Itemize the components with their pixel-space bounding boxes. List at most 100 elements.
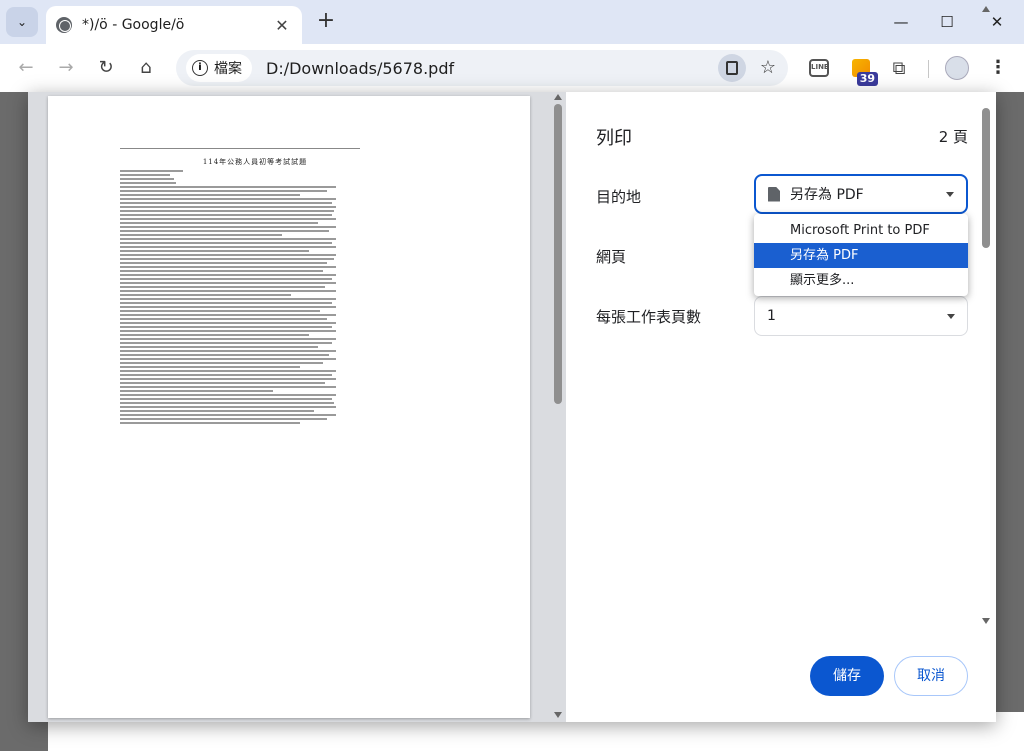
- preview-text-line: [120, 414, 336, 416]
- maximize-button[interactable]: ☐: [924, 6, 970, 38]
- destination-value: 另存為 PDF: [790, 187, 864, 203]
- preview-text-line: [120, 230, 329, 232]
- preview-text-line: [120, 318, 327, 320]
- preview-text-line: [120, 206, 336, 208]
- preview-text-line: [120, 238, 336, 240]
- preview-text-line: [120, 266, 336, 268]
- pages-per-sheet-label: 每張工作表頁數: [596, 308, 702, 326]
- site-info-label: 檔案: [214, 61, 242, 77]
- rss-extension-icon[interactable]: 39: [846, 56, 878, 86]
- bookmark-star-icon[interactable]: ☆: [754, 54, 782, 82]
- save-button[interactable]: 儲存: [810, 656, 884, 696]
- preview-text-line: [120, 310, 320, 312]
- tab-search-button[interactable]: ⌄: [6, 7, 38, 37]
- preview-text-line: [120, 366, 300, 368]
- new-tab-button[interactable]: +: [312, 8, 340, 36]
- preview-text-line: [120, 290, 336, 292]
- preview-text-line: [120, 214, 333, 216]
- preview-text-line: [120, 226, 336, 228]
- preview-text-line: [120, 382, 326, 384]
- preview-text-line: [120, 410, 314, 412]
- preview-text-line: [120, 198, 336, 200]
- scroll-down-icon[interactable]: [982, 618, 990, 624]
- preview-text-line: [120, 334, 309, 336]
- preview-text-line: [120, 182, 176, 184]
- back-button[interactable]: ←: [12, 54, 40, 82]
- globe-icon: [56, 17, 72, 33]
- preview-text-line: [120, 274, 336, 276]
- browser-toolbar: ← → ↻ ⌂ i 檔案 D:/Downloads/5678.pdf ☆ LIN…: [0, 44, 1024, 92]
- pages-per-sheet-select[interactable]: 1: [754, 296, 968, 336]
- preview-text-line: [120, 362, 324, 364]
- toolbar-divider: [928, 60, 929, 78]
- scroll-up-icon[interactable]: [982, 6, 990, 12]
- print-preview-pane: 114年公務人員初等考試試題: [28, 92, 566, 722]
- tab-title: *)/ö - Google/ö: [82, 17, 185, 33]
- preview-text-line: [120, 262, 327, 264]
- preview-text-line: [120, 406, 336, 408]
- preview-text-line: [120, 338, 336, 340]
- settings-scroll-thumb[interactable]: [982, 108, 990, 248]
- preview-text-line: [120, 302, 333, 304]
- line-extension-icon[interactable]: LINE: [806, 56, 832, 80]
- preview-text-line: [120, 250, 309, 252]
- preview-text-line: [120, 346, 318, 348]
- preview-text-line: [120, 270, 323, 272]
- preview-text-line: [120, 258, 335, 260]
- preview-text-line: [120, 330, 336, 332]
- tab-close-icon[interactable]: ✕: [272, 16, 292, 35]
- print-dialog: 114年公務人員初等考試試題 列印 2 頁 目的地 另存為 PDF 網頁 每張工…: [28, 92, 996, 722]
- preview-scrollbar[interactable]: [550, 92, 566, 722]
- preview-heading: 114年公務人員初等考試試題: [202, 158, 308, 166]
- preview-text-line: [120, 306, 336, 308]
- preview-text-line: [120, 322, 336, 324]
- preview-text-line: [120, 386, 336, 388]
- preview-text-line: [120, 174, 170, 176]
- profile-avatar[interactable]: [944, 56, 970, 80]
- browser-tab[interactable]: *)/ö - Google/ö ✕: [46, 6, 302, 44]
- destination-option-selected[interactable]: 另存為 PDF: [754, 243, 968, 268]
- forward-button[interactable]: →: [52, 54, 80, 82]
- preview-text-line: [120, 282, 336, 284]
- reload-button[interactable]: ↻: [92, 54, 120, 82]
- zoom-icon[interactable]: [718, 54, 746, 82]
- preview-text-line: [120, 418, 327, 420]
- url-text[interactable]: D:/Downloads/5678.pdf: [266, 59, 718, 78]
- page-count: 2 頁: [938, 128, 968, 146]
- settings-scrollbar[interactable]: [972, 0, 996, 630]
- site-info-button[interactable]: i 檔案: [186, 54, 252, 82]
- print-settings-panel: 列印 2 頁 目的地 另存為 PDF 網頁 每張工作表頁數 1 Microsof…: [566, 92, 996, 722]
- preview-text-line: [120, 234, 282, 236]
- destination-select[interactable]: 另存為 PDF: [754, 174, 968, 214]
- dialog-title: 列印: [596, 128, 632, 149]
- tab-strip: ⌄ *)/ö - Google/ö ✕ + — ☐ ✕: [0, 0, 1024, 44]
- destination-dropdown: Microsoft Print to PDF 另存為 PDF 顯示更多...: [754, 214, 968, 296]
- destination-option-more[interactable]: 顯示更多...: [754, 268, 968, 293]
- chevron-down-icon: ⌄: [16, 15, 28, 29]
- scroll-up-icon[interactable]: [554, 94, 562, 100]
- preview-text-line: [120, 374, 333, 376]
- preview-text-line: [120, 398, 333, 400]
- preview-text-line: [120, 194, 300, 196]
- chevron-down-icon: [946, 191, 954, 197]
- home-button[interactable]: ⌂: [132, 54, 160, 82]
- preview-text-line: [120, 218, 336, 220]
- preview-text-line: [120, 278, 333, 280]
- preview-text-line: [120, 210, 335, 212]
- extensions-puzzle-icon[interactable]: ⧉: [886, 56, 912, 80]
- preview-scroll-thumb[interactable]: [554, 104, 562, 404]
- preview-text-line: [120, 358, 336, 360]
- preview-page: 114年公務人員初等考試試題: [48, 96, 530, 718]
- address-bar[interactable]: i 檔案 D:/Downloads/5678.pdf ☆: [176, 50, 788, 86]
- preview-text-line: [120, 402, 335, 404]
- preview-text-line: [120, 178, 174, 180]
- preview-text-line: [120, 286, 326, 288]
- scroll-down-icon[interactable]: [554, 712, 562, 718]
- preview-text-line: [120, 350, 336, 352]
- minimize-button[interactable]: —: [878, 6, 924, 38]
- destination-option[interactable]: Microsoft Print to PDF: [754, 218, 968, 243]
- cancel-button[interactable]: 取消: [894, 656, 968, 696]
- preview-text-line: [120, 378, 336, 380]
- preview-text-line: [120, 394, 336, 396]
- rss-badge: 39: [856, 72, 878, 86]
